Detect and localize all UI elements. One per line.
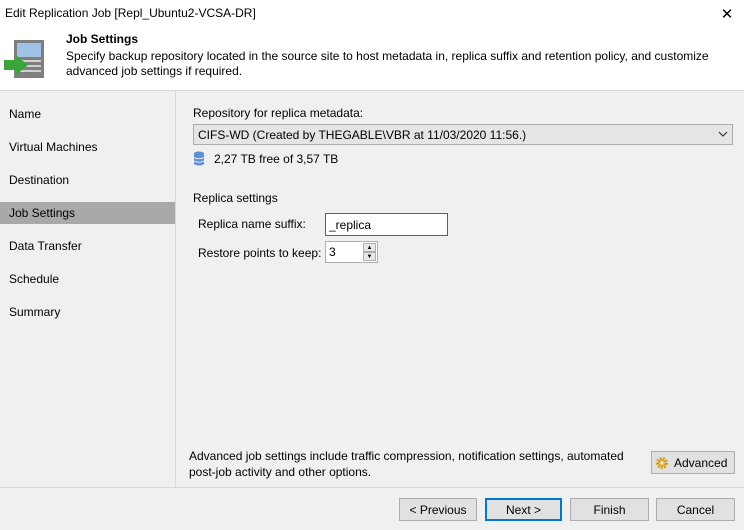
step-virtual-machines[interactable]: Virtual Machines [0, 136, 175, 158]
repository-value: CIFS-WD (Created by THEGABLE\VBR at 11/0… [198, 128, 527, 142]
wizard-header: Job Settings Specify backup repository l… [0, 28, 744, 91]
free-space-text: 2,27 TB free of 3,57 TB [214, 152, 339, 166]
step-data-transfer[interactable]: Data Transfer [0, 235, 175, 257]
chevron-down-icon [718, 131, 728, 137]
replica-settings-label: Replica settings [193, 191, 278, 205]
wizard-steps: Name Virtual Machines Destination Job Se… [0, 91, 176, 487]
replica-suffix-input[interactable] [325, 213, 448, 236]
gear-icon [655, 456, 669, 469]
previous-button[interactable]: < Previous [399, 498, 477, 521]
step-name[interactable]: Name [0, 103, 175, 125]
main-panel [176, 91, 744, 487]
repository-dropdown[interactable]: CIFS-WD (Created by THEGABLE\VBR at 11/0… [193, 124, 733, 145]
step-summary[interactable]: Summary [0, 301, 175, 323]
advanced-button[interactable]: Advanced [651, 451, 735, 474]
restore-points-value: 3 [329, 245, 336, 259]
restore-points-label: Restore points to keep: [198, 246, 322, 260]
advanced-button-label: Advanced [674, 455, 728, 470]
spin-up-icon[interactable]: ▲ [363, 243, 376, 252]
step-schedule[interactable]: Schedule [0, 268, 175, 290]
restore-points-stepper[interactable]: 3 ▲ ▼ [325, 241, 378, 263]
title-bar: Edit Replication Job [Repl_Ubuntu2-VCSA-… [0, 0, 744, 28]
spin-down-icon[interactable]: ▼ [363, 252, 376, 261]
page-title: Job Settings [66, 32, 139, 46]
suffix-label: Replica name suffix: [198, 217, 306, 231]
wizard-page-icon [4, 40, 44, 78]
step-destination[interactable]: Destination [0, 169, 175, 191]
repository-label: Repository for replica metadata: [193, 106, 364, 120]
page-description: Specify backup repository located in the… [66, 49, 709, 78]
next-button[interactable]: Next > [485, 498, 562, 521]
step-job-settings[interactable]: Job Settings [0, 202, 175, 224]
cancel-button[interactable]: Cancel [656, 498, 735, 521]
advanced-description: Advanced job settings include traffic co… [189, 449, 624, 479]
database-icon [193, 151, 205, 166]
close-icon[interactable]: ✕ [710, 0, 744, 28]
window-title: Edit Replication Job [Repl_Ubuntu2-VCSA-… [5, 6, 256, 20]
finish-button[interactable]: Finish [570, 498, 649, 521]
